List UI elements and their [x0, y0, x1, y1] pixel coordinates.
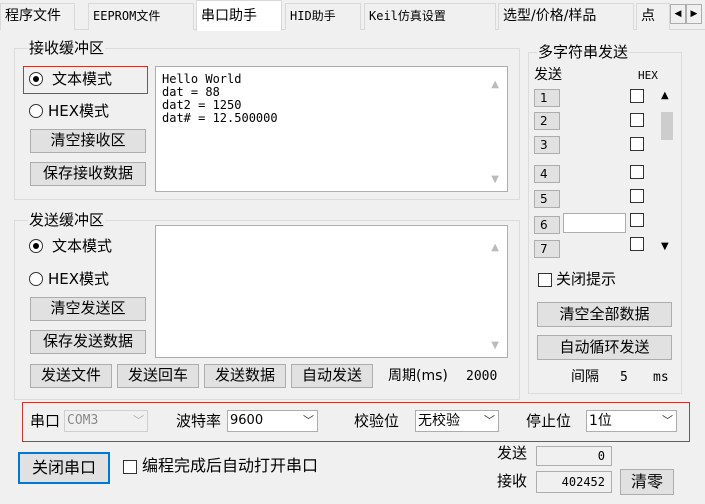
multi-send-button-5[interactable]: 5 — [534, 190, 560, 208]
send-hex-mode-radio[interactable] — [29, 272, 43, 286]
tab-serial-assistant[interactable]: 串口助手 — [196, 0, 282, 31]
tab-hid-assistant[interactable]: HID助手 — [285, 3, 361, 30]
sent-count-label: 发送 — [497, 444, 528, 462]
receive-line-3: dat2 = 1250 — [162, 98, 242, 112]
stop-bits-select[interactable]: 1位 ﹀ — [586, 410, 677, 432]
close-hint-label[interactable]: 关闭提示 — [556, 270, 616, 288]
receive-hex-mode-label[interactable]: HEX模式 — [48, 102, 109, 120]
multi-send-button-6[interactable]: 6 — [534, 216, 560, 234]
send-text-mode-label[interactable]: 文本模式 — [52, 237, 112, 255]
receive-line-1: Hello World — [162, 72, 242, 86]
tab-more[interactable]: 点 — [636, 3, 670, 30]
sent-count-value: 0 — [536, 446, 612, 466]
period-input[interactable]: 2000 — [466, 368, 510, 386]
auto-loop-send-button[interactable]: 自动循环发送 — [537, 335, 672, 360]
interval-label: 间隔 — [571, 369, 599, 385]
port-label: 串口 — [30, 412, 61, 430]
multi-text-input-6[interactable] — [563, 213, 626, 233]
scroll-up-icon[interactable]: ▲ — [661, 90, 669, 101]
save-send-button[interactable]: 保存发送数据 — [30, 330, 146, 354]
parity-value: 无校验 — [418, 413, 460, 429]
stop-bits-label: 停止位 — [526, 412, 572, 430]
tab-scroll-right-button[interactable]: ▶ — [686, 4, 702, 24]
receive-text-mode-label[interactable]: 文本模式 — [52, 70, 112, 88]
scroll-up-icon[interactable]: ▲ — [491, 242, 499, 253]
scroll-down-icon[interactable]: ▼ — [661, 241, 669, 252]
chevron-down-icon: ﹀ — [484, 414, 495, 427]
interval-input[interactable]: 5 — [620, 369, 628, 387]
receive-line-2: dat = 88 — [162, 85, 220, 99]
tab-eeprom-file[interactable]: EEPROM文件 — [88, 3, 194, 30]
send-textarea[interactable]: ▲ ▼ — [155, 225, 508, 358]
tab-scroll-left-button[interactable]: ◀ — [670, 4, 686, 24]
baud-label: 波特率 — [176, 412, 222, 430]
send-data-button[interactable]: 发送数据 — [204, 364, 286, 388]
clear-all-data-button[interactable]: 清空全部数据 — [537, 302, 672, 327]
auto-open-checkbox[interactable] — [123, 460, 137, 474]
chevron-down-icon: ﹀ — [662, 414, 673, 427]
baud-select[interactable]: 9600 ﹀ — [227, 410, 318, 432]
clear-counts-button[interactable]: 清零 — [620, 469, 674, 495]
multi-hex-checkbox-5[interactable] — [630, 189, 644, 203]
close-port-button[interactable]: 关闭串口 — [18, 452, 110, 484]
stop-bits-value: 1位 — [589, 413, 612, 429]
send-hex-mode-label[interactable]: HEX模式 — [48, 270, 109, 288]
tab-keil-settings[interactable]: Keil仿真设置 — [364, 3, 496, 30]
auto-open-label[interactable]: 编程完成后自动打开串口 — [142, 457, 318, 475]
clear-receive-button[interactable]: 清空接收区 — [30, 129, 146, 153]
multi-send-button-2[interactable]: 2 — [534, 112, 560, 130]
multi-scrollbar[interactable]: ▲ ▼ — [658, 90, 674, 256]
baud-value: 9600 — [230, 413, 264, 428]
recv-count-label: 接收 — [497, 472, 528, 490]
multi-hex-checkbox-4[interactable] — [630, 165, 644, 179]
period-label: 周期(ms) — [388, 368, 448, 384]
receive-buffer-label: 接收缓冲区 — [28, 39, 106, 57]
send-file-button[interactable]: 发送文件 — [30, 364, 112, 388]
send-text-mode-radio[interactable] — [29, 239, 43, 253]
port-select[interactable]: COM3 ﹀ — [64, 410, 148, 432]
multi-send-button-1[interactable]: 1 — [534, 89, 560, 107]
auto-send-button[interactable]: 自动发送 — [291, 364, 373, 388]
chevron-down-icon: ﹀ — [133, 414, 144, 427]
scroll-down-icon[interactable]: ▼ — [491, 340, 499, 351]
multi-send-button-4[interactable]: 4 — [534, 165, 560, 183]
send-enter-button[interactable]: 发送回车 — [117, 364, 199, 388]
chevron-down-icon: ﹀ — [303, 414, 314, 427]
clear-send-button[interactable]: 清空发送区 — [30, 297, 146, 321]
parity-label: 校验位 — [354, 412, 400, 430]
receive-line-4: dat# = 12.500000 — [162, 111, 278, 125]
tab-selection-price[interactable]: 选型/价格/样品 — [498, 3, 634, 30]
multi-hex-checkbox-6[interactable] — [630, 213, 644, 227]
send-buffer-label: 发送缓冲区 — [28, 211, 106, 229]
multi-hex-checkbox-3[interactable] — [630, 137, 644, 151]
scrollbar-thumb[interactable] — [661, 112, 673, 140]
multi-send-button-7[interactable]: 7 — [534, 240, 560, 258]
parity-select[interactable]: 无校验 ﹀ — [415, 410, 499, 432]
scroll-up-icon[interactable]: ▲ — [491, 79, 499, 90]
multi-string-label: 多字符串发送 — [537, 43, 630, 61]
interval-unit: ms — [653, 370, 669, 385]
port-value: COM3 — [67, 413, 99, 428]
receive-hex-mode-radio[interactable] — [29, 104, 43, 118]
multi-hex-checkbox-2[interactable] — [630, 113, 644, 127]
scroll-down-icon[interactable]: ▼ — [491, 174, 499, 185]
receive-textarea[interactable]: Hello World dat = 88 dat2 = 1250 dat# = … — [155, 66, 508, 192]
multi-send-button-3[interactable]: 3 — [534, 136, 560, 154]
close-hint-checkbox[interactable] — [538, 273, 552, 287]
recv-count-value: 402452 — [536, 471, 612, 493]
multi-hex-checkbox-1[interactable] — [630, 89, 644, 103]
multi-hex-column-label: HEX — [638, 69, 658, 82]
multi-send-column-label: 发送 — [534, 67, 562, 83]
tab-program-file[interactable]: 程序文件 — [0, 3, 75, 30]
save-receive-button[interactable]: 保存接收数据 — [30, 162, 146, 186]
multi-hex-checkbox-7[interactable] — [630, 237, 644, 251]
receive-text-mode-radio[interactable] — [29, 72, 43, 86]
